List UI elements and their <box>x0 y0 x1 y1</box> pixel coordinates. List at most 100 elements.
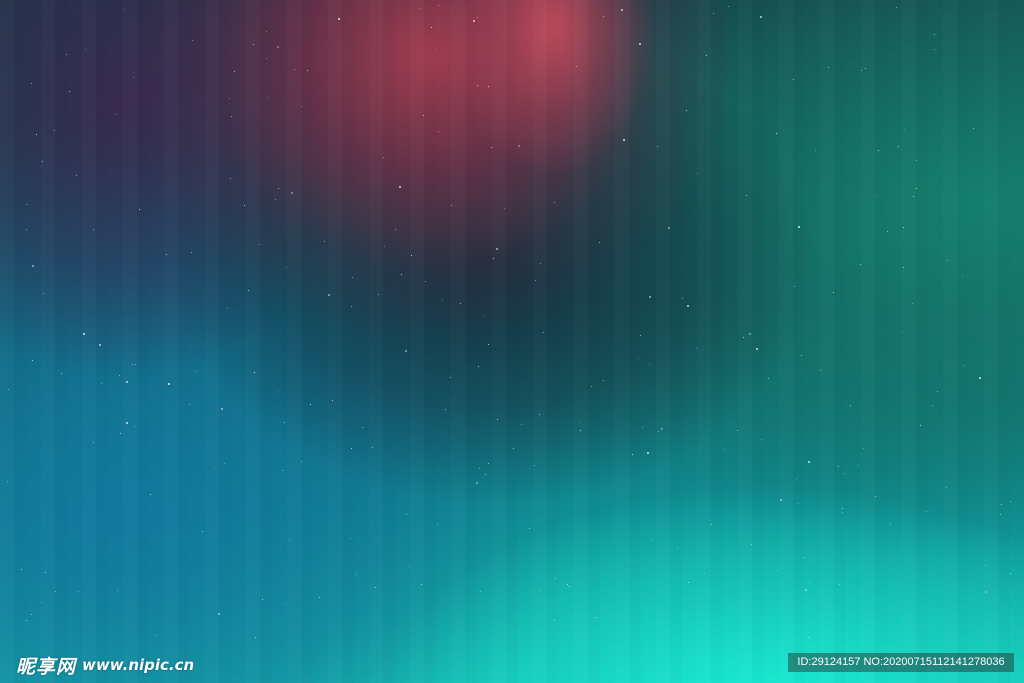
watermark-url: www.nipic.cn <box>82 656 195 674</box>
star <box>529 528 530 529</box>
star <box>192 40 193 41</box>
star <box>285 603 286 604</box>
star <box>776 133 777 134</box>
star <box>477 17 478 18</box>
star <box>638 358 639 359</box>
star <box>704 573 705 574</box>
star <box>405 350 407 352</box>
star <box>254 372 255 373</box>
star <box>351 448 352 449</box>
star <box>362 427 363 428</box>
star <box>621 9 623 11</box>
star <box>99 344 101 346</box>
star <box>805 589 807 591</box>
star <box>442 300 443 301</box>
star <box>603 380 604 381</box>
star <box>697 173 698 174</box>
star <box>497 419 498 420</box>
star <box>632 454 633 455</box>
star <box>580 430 581 431</box>
star <box>833 292 834 293</box>
star <box>543 332 544 333</box>
star <box>488 344 489 345</box>
star <box>291 192 293 194</box>
star <box>985 565 986 566</box>
star <box>196 371 197 372</box>
star <box>639 43 641 45</box>
star <box>603 16 604 17</box>
star <box>42 161 43 162</box>
star <box>351 306 352 307</box>
star <box>126 422 128 424</box>
aurora-background: 昵享网 www.nipic.cn ID:29124157 NO:20200715… <box>0 0 1024 683</box>
star <box>191 252 192 253</box>
star <box>479 468 480 469</box>
star <box>554 202 555 203</box>
star <box>268 97 269 98</box>
star <box>278 188 279 189</box>
star <box>76 175 77 176</box>
star <box>711 524 712 525</box>
star <box>423 115 424 116</box>
star <box>135 364 136 365</box>
star <box>815 150 816 151</box>
star <box>521 424 522 425</box>
star <box>491 147 492 148</box>
star <box>319 597 320 598</box>
star <box>932 405 933 406</box>
star <box>1010 573 1011 574</box>
star <box>756 348 758 350</box>
star <box>473 20 475 22</box>
star <box>294 69 295 70</box>
star <box>934 34 935 35</box>
star <box>356 574 357 575</box>
star <box>255 637 256 638</box>
star <box>947 260 948 261</box>
star <box>409 566 410 567</box>
star <box>488 86 489 87</box>
star <box>289 540 290 541</box>
star <box>780 499 782 501</box>
star <box>401 274 402 275</box>
star <box>794 286 795 287</box>
star <box>623 139 625 141</box>
star <box>640 335 641 336</box>
star <box>324 241 325 242</box>
star <box>31 83 32 84</box>
star <box>591 386 592 387</box>
star <box>117 590 118 591</box>
star <box>946 487 947 488</box>
star <box>445 409 446 410</box>
star <box>912 303 913 304</box>
star <box>688 582 689 583</box>
star <box>649 364 650 365</box>
star <box>483 315 484 316</box>
star <box>798 226 800 228</box>
star <box>116 114 117 115</box>
star <box>973 128 974 129</box>
star <box>844 473 845 474</box>
star <box>119 375 120 376</box>
star <box>45 572 46 573</box>
star <box>476 482 478 484</box>
star <box>120 433 121 434</box>
star <box>979 377 981 379</box>
star <box>438 131 439 132</box>
star <box>749 333 751 335</box>
star <box>406 514 407 515</box>
star <box>411 255 412 256</box>
star <box>435 49 436 50</box>
star <box>661 428 663 430</box>
star <box>282 470 283 471</box>
star <box>135 426 136 427</box>
star <box>266 58 267 59</box>
star <box>460 303 461 304</box>
star <box>860 264 861 265</box>
star <box>307 70 308 71</box>
star <box>221 408 223 410</box>
star <box>926 511 927 512</box>
star <box>383 157 384 158</box>
star <box>677 548 678 549</box>
star <box>863 448 864 449</box>
star <box>139 209 140 210</box>
